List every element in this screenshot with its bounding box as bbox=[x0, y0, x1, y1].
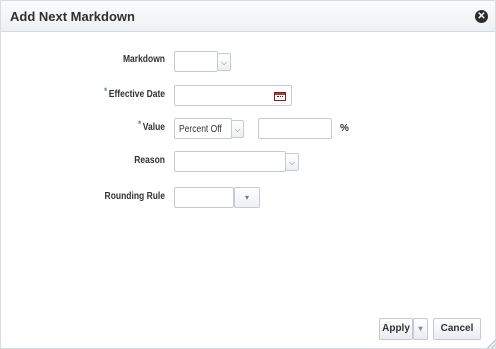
cancel-button[interactable]: Cancel bbox=[433, 318, 481, 340]
value-type-selected: Percent Off bbox=[179, 124, 222, 135]
calendar-icon[interactable] bbox=[274, 92, 286, 101]
add-next-markdown-dialog: Add Next Markdown ✕ Markdown ⌵ * Effectiv… bbox=[0, 0, 496, 349]
value-label: * Value bbox=[138, 119, 165, 133]
required-marker: * bbox=[104, 86, 108, 96]
close-icon[interactable]: ✕ bbox=[475, 10, 488, 23]
required-marker: * bbox=[138, 119, 142, 129]
chevron-down-icon[interactable]: ⌵ bbox=[285, 153, 299, 171]
reason-label: Reason bbox=[134, 155, 165, 166]
apply-menu-triangle-icon[interactable]: ▾ bbox=[413, 318, 428, 340]
percent-unit: % bbox=[340, 123, 349, 134]
value-type-select[interactable]: Percent Off bbox=[174, 118, 232, 139]
markdown-label: Markdown bbox=[122, 54, 165, 65]
resize-grip-icon[interactable] bbox=[487, 340, 495, 348]
apply-button[interactable]: Apply bbox=[379, 318, 413, 340]
markdown-select[interactable] bbox=[174, 51, 218, 72]
reason-select[interactable] bbox=[174, 151, 286, 172]
chevron-down-icon[interactable]: ⌵ bbox=[231, 120, 244, 138]
triangle-down-icon[interactable]: ▾ bbox=[234, 187, 260, 208]
effective-date-label: * Effective Date bbox=[104, 86, 165, 100]
value-amount-input[interactable] bbox=[258, 118, 332, 139]
dialog-title-bar: Add Next Markdown ✕ bbox=[1, 1, 495, 32]
dialog-title: Add Next Markdown bbox=[10, 9, 135, 24]
rounding-rule-label: Rounding Rule bbox=[104, 191, 165, 202]
chevron-down-icon[interactable]: ⌵ bbox=[217, 53, 231, 71]
rounding-rule-select[interactable] bbox=[174, 187, 234, 208]
